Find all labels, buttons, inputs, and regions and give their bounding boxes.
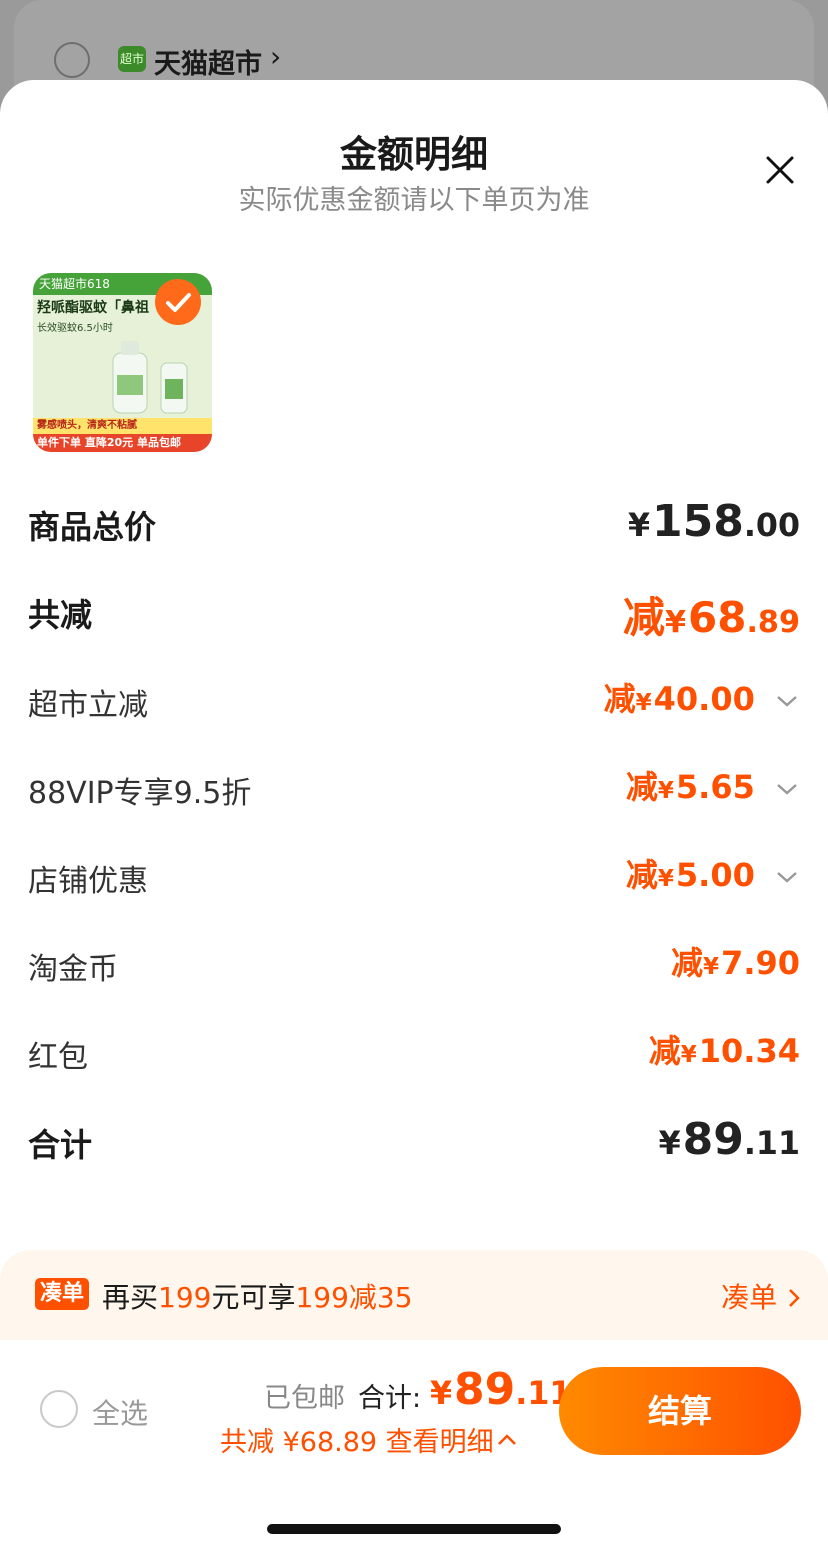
row-amount: ¥158.00 <box>627 496 800 547</box>
product-headline: 羟哌酯驱蚊「鼻祖 <box>37 300 149 316</box>
row-amount: 减¥7.90 <box>671 944 800 982</box>
total-label: 合计: <box>358 1383 422 1414</box>
chevron-right-icon <box>789 1289 800 1307</box>
row-label: 商品总价 <box>28 508 157 546</box>
row-taobao-coins: 淘金币 减¥7.90 <box>28 932 800 992</box>
row-grand-total: 合计 ¥89.11 <box>28 1108 800 1168</box>
row-amount: 减¥68.89 <box>622 593 800 642</box>
row-label: 88VIP专享9.5折 <box>28 776 252 811</box>
select-all-label[interactable]: 全选 <box>92 1392 148 1432</box>
view-detail-link[interactable]: 查看明细 <box>386 1427 518 1458</box>
row-label: 超市立减 <box>28 688 148 723</box>
row-amount: ¥89.11 <box>658 1114 800 1165</box>
shop-select-radio <box>54 42 90 78</box>
row-label: 合计 <box>28 1126 93 1164</box>
row-label: 淘金币 <box>28 952 118 987</box>
chevron-down-icon[interactable] <box>774 692 800 710</box>
row-amount: 减¥5.65 <box>626 762 800 808</box>
selected-check-icon[interactable] <box>155 279 201 325</box>
product-foot-slogan: 雾感喷头，清爽不粘腻 <box>33 418 212 434</box>
shop-chevron-icon: › <box>270 40 282 73</box>
row-label: 共减 <box>28 596 93 634</box>
sheet-subtitle: 实际优惠金额请以下单页为准 <box>238 185 590 216</box>
total-amount: ¥89.11 <box>430 1364 572 1415</box>
row-total-discount: 共减 减¥68.89 <box>28 578 800 642</box>
add-on-link[interactable]: 凑单 <box>721 1276 802 1316</box>
product-bottle-image <box>112 341 188 414</box>
shop-name: 天猫超市 <box>154 49 262 80</box>
row-supermarket-discount[interactable]: 超市立减 减¥40.00 <box>28 668 800 728</box>
tmall-supermarket-logo: 超市 <box>118 46 146 72</box>
promo-text: 再买199元可享199减35 <box>102 1281 413 1314</box>
sheet-title: 金额明细 <box>340 133 488 176</box>
checkout-bar: 全选 已包邮 合计: ¥89.11 共减 ¥68.89 查看明细 结算 <box>0 1340 828 1553</box>
product-foot-offer: 单件下单 直降20元 单品包邮 <box>33 434 212 452</box>
chevron-down-icon[interactable] <box>774 780 800 798</box>
close-icon[interactable] <box>760 150 800 190</box>
add-on-promo-bar: 凑单 再买199元可享199减35 凑单 <box>0 1250 828 1340</box>
checkout-button[interactable]: 结算 <box>559 1367 801 1455</box>
promo-tag: 凑单 <box>35 1278 89 1310</box>
amount-detail-sheet: 金额明细 实际优惠金额请以下单页为准 天猫超市618 羟哌酯驱蚊「鼻祖 长效驱蚊… <box>0 80 828 1553</box>
product-subline: 长效驱蚊6.5小时 <box>37 323 113 334</box>
row-goods-total: 商品总价 ¥158.00 <box>28 490 800 550</box>
row-88vip-discount[interactable]: 88VIP专享9.5折 减¥5.65 <box>28 756 800 816</box>
row-amount: 减¥5.00 <box>626 850 800 896</box>
row-red-packet: 红包 减¥10.34 <box>28 1020 800 1080</box>
row-amount: 减¥40.00 <box>604 674 800 720</box>
row-amount: 减¥10.34 <box>648 1032 800 1070</box>
row-store-discount[interactable]: 店铺优惠 减¥5.00 <box>28 844 800 904</box>
product-thumbnail[interactable]: 天猫超市618 羟哌酯驱蚊「鼻祖 长效驱蚊6.5小时 雾感喷头，清爽不粘腻 单件… <box>33 273 212 452</box>
home-indicator <box>267 1524 561 1534</box>
chevron-down-icon[interactable] <box>774 868 800 886</box>
chevron-up-icon <box>497 1434 516 1445</box>
row-label: 店铺优惠 <box>28 864 148 899</box>
row-label: 红包 <box>28 1040 88 1075</box>
free-shipping-text: 已包邮 <box>264 1383 345 1414</box>
saved-summary: 共减 ¥68.89 查看明细 <box>220 1420 518 1459</box>
select-all-radio[interactable] <box>40 1390 78 1428</box>
